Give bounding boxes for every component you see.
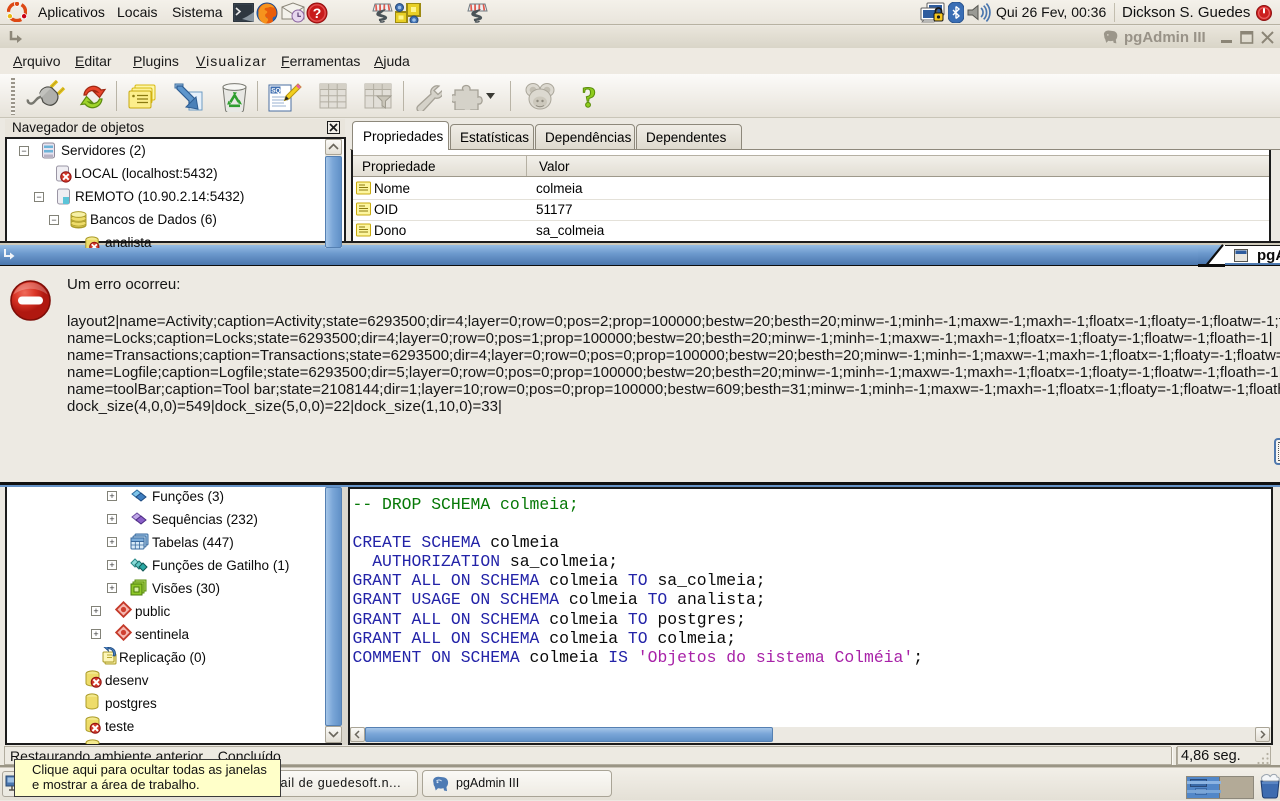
svg-text:?: ? bbox=[582, 81, 597, 112]
svg-text:SQL: SQL bbox=[271, 88, 284, 95]
svg-text:?: ? bbox=[313, 5, 322, 21]
